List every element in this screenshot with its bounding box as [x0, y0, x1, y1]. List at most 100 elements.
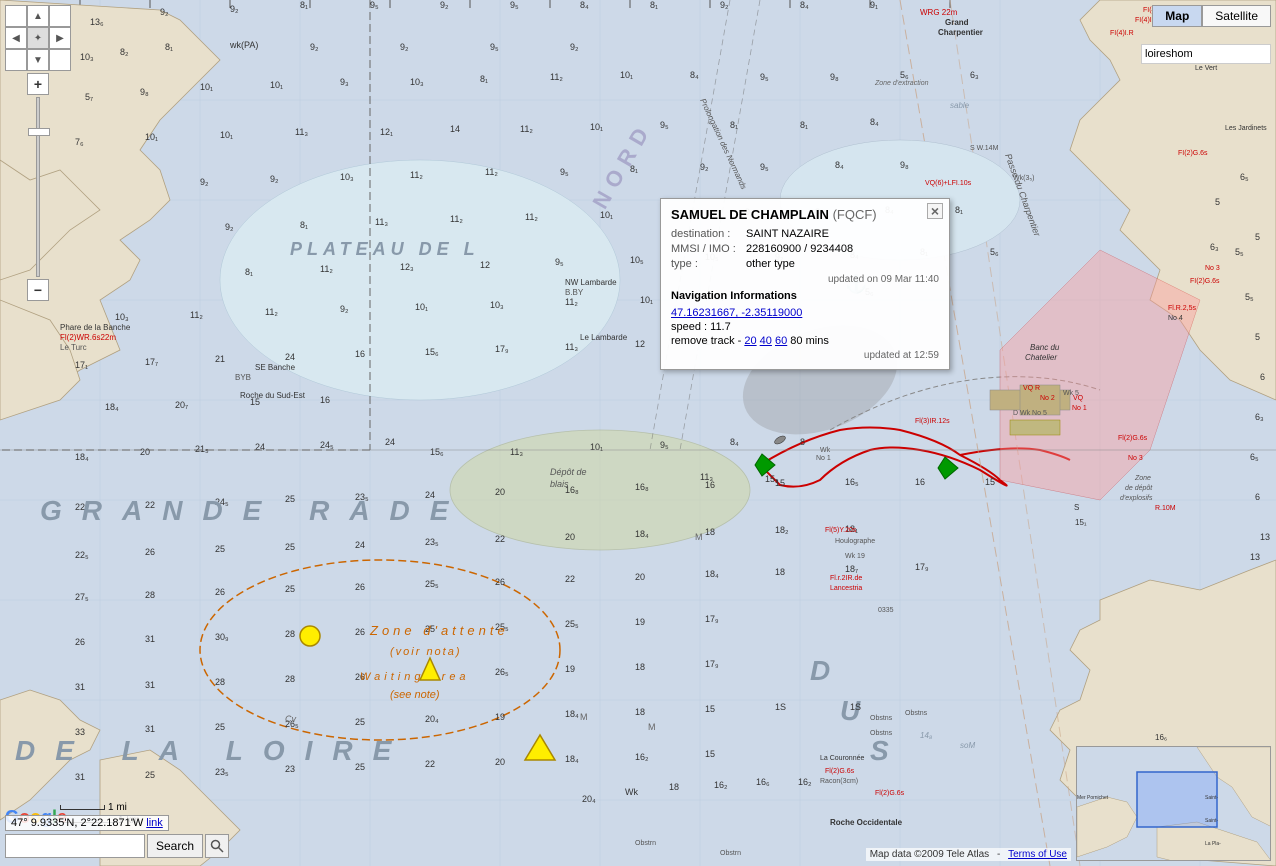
- svg-text:16₆: 16₆: [1155, 733, 1167, 742]
- svg-text:Roche du Sud-Est: Roche du Sud-Est: [240, 391, 306, 400]
- svg-text:18₂: 18₂: [775, 525, 789, 535]
- scale-mi: 1 mi: [60, 802, 140, 813]
- map-container[interactable]: 13₆ 9₂ 9₂ 8₁ 9₅ 9₂ 9₅ 8₄ 8₁ 9₂ 8₄ 9₁ 10₃…: [0, 0, 1276, 866]
- svg-text:9₈: 9₈: [830, 72, 839, 82]
- svg-text:19: 19: [635, 617, 645, 627]
- svg-text:9₁: 9₁: [870, 0, 878, 10]
- svg-text:18₄: 18₄: [75, 452, 89, 462]
- svg-text:25: 25: [145, 770, 155, 780]
- svg-text:12: 12: [635, 339, 645, 349]
- svg-text:31: 31: [75, 682, 85, 692]
- svg-text:9₈: 9₈: [900, 160, 909, 170]
- svg-text:Le Turc: Le Turc: [60, 343, 87, 352]
- svg-text:24: 24: [385, 437, 395, 447]
- svg-text:5: 5: [1215, 197, 1220, 207]
- svg-text:Fl(3)IR.12s: Fl(3)IR.12s: [915, 418, 950, 425]
- search-button[interactable]: Search: [147, 834, 203, 858]
- svg-text:28: 28: [285, 629, 295, 639]
- svg-text:11₂: 11₂: [265, 307, 278, 317]
- svg-text:de dépôt: de dépôt: [1125, 485, 1153, 492]
- loireshom-input[interactable]: [1141, 44, 1271, 64]
- svg-text:6₅: 6₅: [1240, 172, 1249, 182]
- svg-text:No 1: No 1: [816, 455, 831, 462]
- nav-arrow-s[interactable]: ▼: [27, 49, 49, 71]
- svg-text:16: 16: [320, 395, 330, 405]
- zoom-in-button[interactable]: +: [27, 73, 49, 95]
- popup-coords-link[interactable]: 47.16231667, -2.35119000: [671, 307, 802, 319]
- svg-text:sable: sable: [950, 101, 970, 110]
- svg-text:R.10M: R.10M: [1155, 505, 1176, 512]
- svg-text:18₄: 18₄: [565, 754, 579, 764]
- popup-mmsi-row: MMSI / IMO : 228160900 / 9234408: [671, 243, 939, 255]
- map-toggle-button[interactable]: Map: [1152, 5, 1202, 27]
- svg-text:10₁: 10₁: [145, 132, 158, 142]
- svg-text:Zone d'attente: Zone d'attente: [369, 623, 509, 638]
- svg-text:16: 16: [915, 477, 925, 487]
- svg-text:26: 26: [355, 627, 365, 637]
- nav-arrow-e[interactable]: ▶: [49, 27, 71, 49]
- coords-display: 47° 9.9335'N, 2°22.1871'W link: [5, 815, 169, 831]
- svg-text:20: 20: [495, 757, 505, 767]
- svg-text:8₁: 8₁: [955, 205, 963, 215]
- popup-close-button[interactable]: ×: [927, 203, 943, 219]
- svg-text:11₂: 11₂: [190, 310, 203, 320]
- nav-arrow-n[interactable]: ▲: [27, 5, 49, 27]
- zoom-slider[interactable]: [27, 97, 49, 277]
- svg-text:VQ R: VQ R: [1023, 385, 1040, 392]
- nav-arrow-nw[interactable]: [5, 5, 27, 27]
- svg-text:8₄: 8₄: [835, 160, 844, 170]
- svg-text:8₁: 8₁: [650, 0, 658, 10]
- search-input[interactable]: [5, 834, 145, 858]
- svg-text:9₅: 9₅: [560, 167, 569, 177]
- svg-text:18₄: 18₄: [705, 569, 719, 579]
- svg-text:31: 31: [145, 724, 155, 734]
- popup-ship-name: SAMUEL DE CHAMPLAIN (FQCF): [671, 207, 939, 222]
- svg-text:S: S: [1074, 503, 1079, 512]
- zoom-out-button[interactable]: −: [27, 279, 49, 301]
- svg-text:9₈: 9₈: [140, 87, 149, 97]
- map-satellite-toggle: Map Satellite: [1152, 5, 1271, 27]
- svg-text:15₆: 15₆: [425, 347, 439, 357]
- svg-text:5₅: 5₅: [1235, 247, 1244, 257]
- svg-text:20: 20: [495, 487, 505, 497]
- svg-text:15₆: 15₆: [430, 447, 444, 457]
- search-magnifier-button[interactable]: [205, 834, 229, 858]
- svg-text:11₂: 11₂: [485, 167, 498, 177]
- mini-map[interactable]: Mer Pornichet Saint- Saint- La Pla-: [1076, 746, 1271, 861]
- svg-text:8₂: 8₂: [120, 47, 129, 57]
- svg-text:10₃: 10₃: [340, 172, 354, 182]
- svg-text:9₃: 9₃: [340, 77, 349, 87]
- svg-text:FI(2)G.6s: FI(2)G.6s: [1190, 278, 1220, 285]
- nav-arrow-sw[interactable]: [5, 49, 27, 71]
- svg-text:26: 26: [215, 587, 225, 597]
- svg-text:Fl(2)G.6s: Fl(2)G.6s: [825, 768, 855, 775]
- svg-text:18: 18: [635, 707, 645, 717]
- nav-arrow-w[interactable]: ◀: [5, 27, 27, 49]
- popup-track-60[interactable]: 60: [775, 335, 787, 347]
- svg-text:No 3: No 3: [1128, 455, 1143, 462]
- svg-text:11₃: 11₃: [295, 127, 308, 137]
- svg-text:22₅: 22₅: [75, 550, 89, 560]
- svg-text:27₅: 27₅: [75, 592, 89, 602]
- svg-text:Mer Pornichet: Mer Pornichet: [1077, 795, 1109, 801]
- svg-text:PLATEAU DE L: PLATEAU DE L: [290, 239, 480, 259]
- svg-text:15: 15: [705, 749, 715, 759]
- svg-text:Le Lambarde: Le Lambarde: [580, 333, 628, 342]
- terms-link[interactable]: Terms of Use: [1008, 849, 1067, 860]
- svg-text:8₄: 8₄: [870, 117, 879, 127]
- zoom-thumb[interactable]: [28, 128, 50, 136]
- svg-text:BYB: BYB: [235, 373, 251, 382]
- svg-text:Fl.r.2IR.de: Fl.r.2IR.de: [830, 575, 862, 582]
- popup-track-20[interactable]: 20: [744, 335, 756, 347]
- nav-arrow-ne[interactable]: [49, 5, 71, 27]
- svg-text:15₁: 15₁: [1075, 518, 1087, 527]
- coords-link[interactable]: link: [146, 817, 163, 829]
- svg-text:13: 13: [1260, 532, 1270, 542]
- svg-text:6₃: 6₃: [1255, 412, 1264, 422]
- svg-text:9₅: 9₅: [760, 72, 769, 82]
- nav-arrow-se[interactable]: [49, 49, 71, 71]
- satellite-toggle-button[interactable]: Satellite: [1202, 5, 1271, 27]
- popup-type-row: type : other type: [671, 258, 939, 270]
- popup-track-40[interactable]: 40: [760, 335, 772, 347]
- svg-text:6: 6: [1255, 492, 1260, 502]
